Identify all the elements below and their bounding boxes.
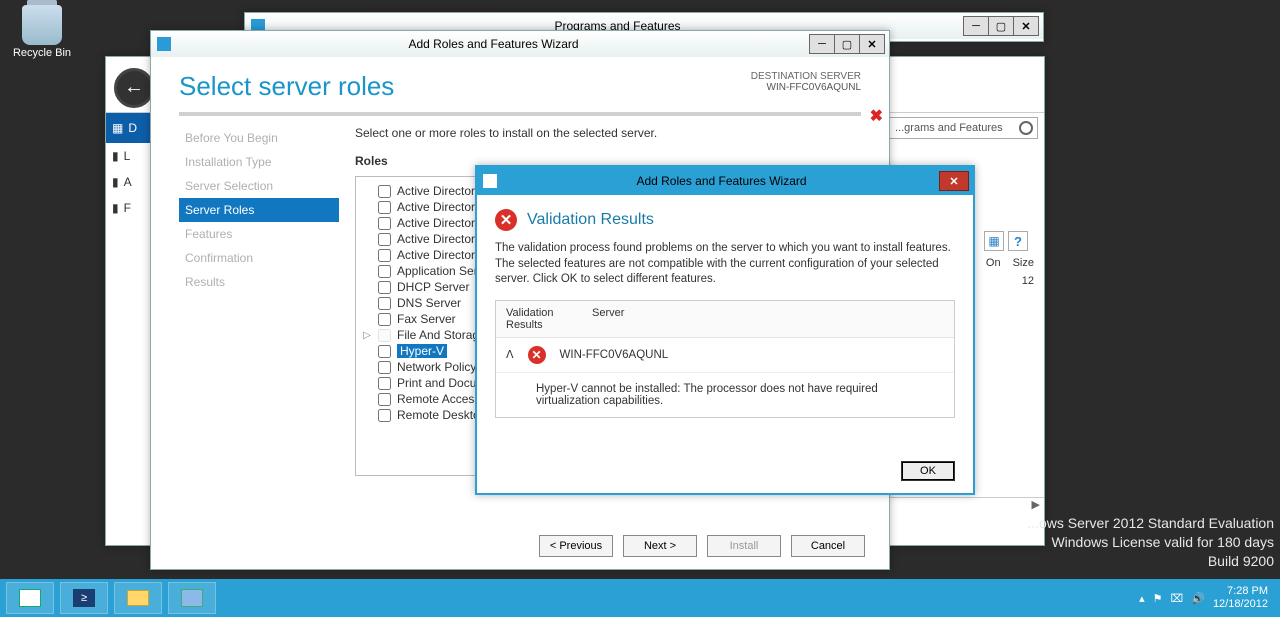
next-button[interactable]: Next > xyxy=(623,535,697,557)
tray-sound-icon[interactable]: 🔊 xyxy=(1191,592,1205,605)
taskbar: ≥ ▴ ⚑ ⌧ 🔊 7:28 PM 12/18/2012 xyxy=(0,579,1280,617)
maximize-button[interactable]: ▢ xyxy=(988,16,1014,36)
role-checkbox[interactable] xyxy=(378,409,391,422)
tray-flag-icon[interactable]: ⚑ xyxy=(1153,592,1163,605)
wizard-step[interactable]: Features xyxy=(179,222,339,246)
error-x-icon: ✖ xyxy=(870,106,883,126)
validation-server: WIN-FFC0V6AQUNL xyxy=(560,349,669,361)
role-label: Print and Docu xyxy=(397,376,476,390)
wizard-title: Add Roles and Features Wizard xyxy=(177,37,810,51)
role-label: File And Storag xyxy=(397,328,479,342)
close-button[interactable]: ✕ xyxy=(939,171,969,191)
role-label: DHCP Server xyxy=(397,280,469,294)
role-checkbox[interactable] xyxy=(378,329,391,342)
role-checkbox[interactable] xyxy=(378,345,391,358)
role-checkbox[interactable] xyxy=(378,265,391,278)
validation-row[interactable]: ᐱ ✕ WIN-FFC0V6AQUNL xyxy=(496,338,954,373)
wizard-step[interactable]: Confirmation xyxy=(179,246,339,270)
validation-message: The validation process found problems on… xyxy=(495,241,955,288)
role-checkbox[interactable] xyxy=(378,377,391,390)
wizard-heading: Select server roles xyxy=(179,71,394,102)
minimize-button[interactable]: ─ xyxy=(809,34,835,54)
role-label: Network Policy xyxy=(397,360,476,374)
tray-chevron-icon[interactable]: ▴ xyxy=(1139,592,1145,605)
view-grid-icon[interactable]: ▦ xyxy=(984,231,1004,251)
error-icon: ✕ xyxy=(528,346,546,364)
role-label: Active Directory xyxy=(397,200,481,214)
chevron-up-icon: ᐱ xyxy=(506,348,514,361)
role-label: Hyper-V xyxy=(397,344,447,358)
window-icon xyxy=(157,37,171,51)
col-validation-results: Validation Results xyxy=(506,307,566,331)
expand-icon: ▷ xyxy=(362,330,372,341)
taskbar-clock[interactable]: 7:28 PM 12/18/2012 xyxy=(1213,585,1274,610)
wizard-step[interactable]: Before You Begin xyxy=(179,126,339,150)
search-placeholder: ...grams and Features xyxy=(895,122,1003,134)
wizard-step[interactable]: Installation Type xyxy=(179,150,339,174)
role-checkbox[interactable] xyxy=(378,361,391,374)
role-label: Active Directory xyxy=(397,184,481,198)
role-label: Active Directory xyxy=(397,232,481,246)
validation-heading: Validation Results xyxy=(527,211,654,229)
role-checkbox[interactable] xyxy=(378,393,391,406)
wizard-step[interactable]: Results xyxy=(179,270,339,294)
taskbar-app[interactable] xyxy=(168,582,216,614)
search-box[interactable]: ...grams and Features xyxy=(888,117,1038,139)
validation-detail: Hyper-V cannot be installed: The process… xyxy=(496,373,954,417)
role-label: Active Directory xyxy=(397,216,481,230)
role-label: Remote Deskto xyxy=(397,408,480,422)
destination-label: DESTINATION SERVER xyxy=(751,71,861,82)
wizard-instruction: Select one or more roles to install on t… xyxy=(355,126,861,140)
close-button[interactable]: ✕ xyxy=(859,34,885,54)
role-checkbox[interactable] xyxy=(378,233,391,246)
cancel-button[interactable]: Cancel xyxy=(791,535,865,557)
role-checkbox[interactable] xyxy=(378,201,391,214)
previous-button[interactable]: < Previous xyxy=(539,535,613,557)
wizard-step[interactable]: Server Roles xyxy=(179,198,339,222)
taskbar-explorer[interactable] xyxy=(114,582,162,614)
role-checkbox[interactable] xyxy=(378,217,391,230)
recycle-bin-icon xyxy=(22,5,62,45)
role-checkbox[interactable] xyxy=(378,249,391,262)
wizard-step[interactable]: Server Selection xyxy=(179,174,339,198)
ok-button[interactable]: OK xyxy=(901,461,955,481)
recycle-bin[interactable]: Recycle Bin xyxy=(12,5,72,59)
role-label: Application Ser xyxy=(397,264,478,278)
close-button[interactable]: ✕ xyxy=(1013,16,1039,36)
role-checkbox[interactable] xyxy=(378,313,391,326)
validation-results-dialog: Add Roles and Features Wizard ✕ ✕ Valida… xyxy=(475,165,975,495)
role-label: Remote Access xyxy=(397,392,480,406)
role-checkbox[interactable] xyxy=(378,281,391,294)
maximize-button[interactable]: ▢ xyxy=(834,34,860,54)
taskbar-server-manager[interactable] xyxy=(6,582,54,614)
wizard-steps: Before You BeginInstallation TypeServer … xyxy=(179,126,339,514)
role-label: Active Directory xyxy=(397,248,481,262)
help-icon[interactable]: ? xyxy=(1008,231,1028,251)
search-icon xyxy=(1019,121,1033,135)
install-button[interactable]: Install xyxy=(707,535,781,557)
role-label: DNS Server xyxy=(397,296,461,310)
taskbar-powershell[interactable]: ≥ xyxy=(60,582,108,614)
col-server: Server xyxy=(592,307,624,331)
row-value: 12 xyxy=(1022,275,1034,287)
recycle-bin-label: Recycle Bin xyxy=(12,47,72,59)
tray-network-icon[interactable]: ⌧ xyxy=(1171,592,1184,605)
back-button[interactable]: ← xyxy=(114,68,154,108)
error-icon: ✕ xyxy=(495,209,517,231)
role-label: Fax Server xyxy=(397,312,456,326)
destination-server: WIN-FFC0V6AQUNL xyxy=(751,82,861,93)
watermark: ...ows Server 2012 Standard Evaluation W… xyxy=(1027,514,1274,571)
validation-table: Validation Results Server ᐱ ✕ WIN-FFC0V6… xyxy=(495,300,955,418)
validation-title: Add Roles and Features Wizard xyxy=(503,174,940,188)
window-icon xyxy=(483,174,497,188)
col-on: On xyxy=(986,257,1001,269)
col-size: Size xyxy=(1013,257,1034,269)
minimize-button[interactable]: ─ xyxy=(963,16,989,36)
role-checkbox[interactable] xyxy=(378,185,391,198)
role-checkbox[interactable] xyxy=(378,297,391,310)
